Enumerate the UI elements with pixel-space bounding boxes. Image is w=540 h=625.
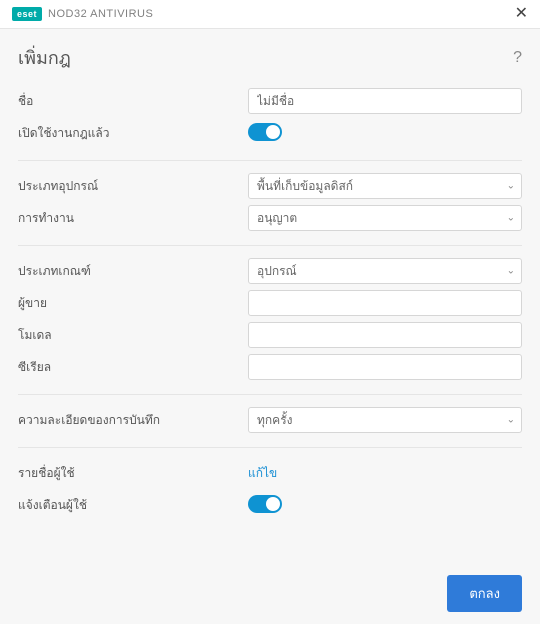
chevron-down-icon: ⌄ (507, 415, 515, 426)
footer: ตกลง (18, 565, 522, 612)
notify-toggle[interactable] (248, 495, 282, 513)
chevron-down-icon: ⌄ (507, 266, 515, 277)
action-value: อนุญาต (257, 209, 297, 228)
brand-badge: eset (12, 7, 42, 21)
model-input[interactable] (248, 322, 522, 348)
label-criteria-type: ประเภทเกณฑ์ (18, 262, 248, 281)
brand: eset NOD32 ANTIVIRUS (12, 7, 153, 21)
label-name: ชื่อ (18, 92, 248, 111)
device-type-value: พื้นที่เก็บข้อมูลดิสก์ (257, 177, 353, 196)
form: ชื่อ เปิดใช้งานกฎแล้ว ประเภทอุปกรณ์ พื้น… (18, 86, 522, 565)
label-action: การทำงาน (18, 209, 248, 228)
row-enabled: เปิดใช้งานกฎแล้ว (18, 118, 522, 148)
action-select[interactable]: อนุญาต ⌄ (248, 205, 522, 231)
row-notify: แจ้งเตือนผู้ใช้ (18, 490, 522, 520)
label-notify: แจ้งเตือนผู้ใช้ (18, 496, 248, 515)
row-name: ชื่อ (18, 86, 522, 116)
row-criteria-type: ประเภทเกณฑ์ อุปกรณ์ ⌄ (18, 256, 522, 286)
row-serial: ซีเรียล (18, 352, 522, 382)
log-severity-select[interactable]: ทุกครั้ง ⌄ (248, 407, 522, 433)
serial-input[interactable] (248, 354, 522, 380)
header-row: เพิ่มกฎ ? (18, 43, 522, 72)
label-model: โมเดล (18, 326, 248, 345)
row-device-type: ประเภทอุปกรณ์ พื้นที่เก็บข้อมูลดิสก์ ⌄ (18, 171, 522, 201)
enabled-toggle[interactable] (248, 123, 282, 141)
label-serial: ซีเรียล (18, 358, 248, 377)
divider (18, 394, 522, 395)
page-title: เพิ่มกฎ (18, 43, 71, 72)
help-icon[interactable]: ? (513, 49, 522, 67)
label-log-severity: ความละเอียดของการบันทึก (18, 411, 248, 430)
row-log-severity: ความละเอียดของการบันทึก ทุกครั้ง ⌄ (18, 405, 522, 435)
row-vendor: ผู้ขาย (18, 288, 522, 318)
log-severity-value: ทุกครั้ง (257, 411, 293, 430)
vendor-input[interactable] (248, 290, 522, 316)
name-input[interactable] (248, 88, 522, 114)
chevron-down-icon: ⌄ (507, 213, 515, 224)
divider (18, 160, 522, 161)
divider (18, 245, 522, 246)
label-user-list: รายชื่อผู้ใช้ (18, 464, 248, 483)
content: เพิ่มกฎ ? ชื่อ เปิดใช้งานกฎแล้ว ประเภทอุ… (0, 29, 540, 624)
row-model: โมเดล (18, 320, 522, 350)
label-device-type: ประเภทอุปกรณ์ (18, 177, 248, 196)
divider (18, 447, 522, 448)
close-icon[interactable]: ✕ (515, 6, 528, 22)
criteria-type-select[interactable]: อุปกรณ์ ⌄ (248, 258, 522, 284)
ok-button[interactable]: ตกลง (447, 575, 522, 612)
device-type-select[interactable]: พื้นที่เก็บข้อมูลดิสก์ ⌄ (248, 173, 522, 199)
label-enabled: เปิดใช้งานกฎแล้ว (18, 124, 248, 143)
row-user-list: รายชื่อผู้ใช้ แก้ไข (18, 458, 522, 488)
chevron-down-icon: ⌄ (507, 181, 515, 192)
edit-user-list-link[interactable]: แก้ไข (248, 466, 277, 480)
label-vendor: ผู้ขาย (18, 294, 248, 313)
title-bar: eset NOD32 ANTIVIRUS ✕ (0, 0, 540, 29)
row-action: การทำงาน อนุญาต ⌄ (18, 203, 522, 233)
criteria-type-value: อุปกรณ์ (257, 262, 297, 281)
brand-name: NOD32 ANTIVIRUS (48, 8, 153, 20)
